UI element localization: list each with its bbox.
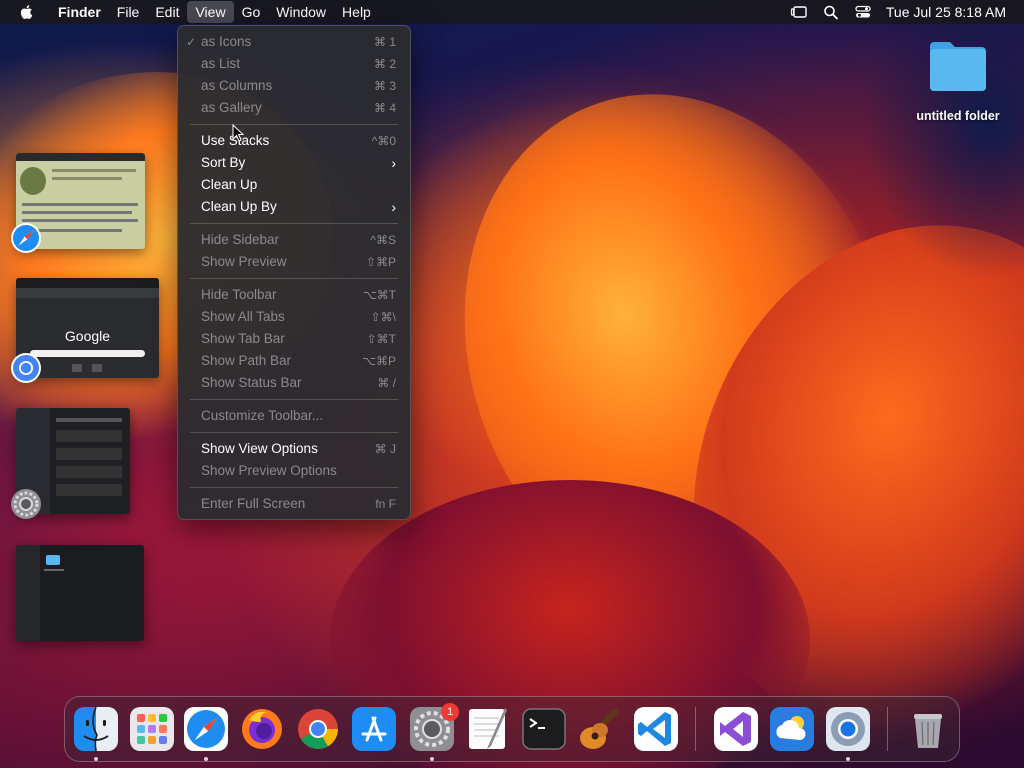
chrome-icon[interactable]: [295, 706, 341, 752]
apple-logo-icon[interactable]: [18, 3, 36, 21]
menu-bar-clock[interactable]: Tue Jul 25 8:18 AM: [886, 4, 1006, 20]
trash-icon[interactable]: [905, 706, 951, 752]
menu-separator: [190, 278, 398, 279]
dock: 1: [64, 696, 960, 762]
menu-help[interactable]: Help: [334, 0, 379, 24]
menu-item-as-list[interactable]: as List ⌘ 2: [178, 53, 410, 75]
folder-label: untitled folder: [916, 109, 1000, 123]
dock-separator: [695, 707, 696, 751]
menu-item-customize-toolbar[interactable]: Customize Toolbar...: [178, 405, 410, 427]
vscode-icon[interactable]: [633, 706, 679, 752]
desktop-wallpaper: [0, 0, 1024, 768]
running-indicator: [430, 757, 434, 761]
menu-item-show-path-bar[interactable]: Show Path Bar ⌥⌘P: [178, 350, 410, 372]
checkmark-icon: ✓: [186, 35, 197, 49]
stage-thumb-finder[interactable]: [16, 545, 144, 641]
desktop-folder[interactable]: untitled folder: [906, 38, 1010, 123]
menu-separator: [190, 487, 398, 488]
menu-go[interactable]: Go: [234, 0, 269, 24]
menu-item-show-all-tabs[interactable]: Show All Tabs ⇧⌘\: [178, 306, 410, 328]
menu-item-show-tab-bar[interactable]: Show Tab Bar ⇧⌘T: [178, 328, 410, 350]
menu-finder[interactable]: Finder: [50, 0, 109, 24]
finder-icon[interactable]: [73, 706, 119, 752]
menu-window[interactable]: Window: [268, 0, 334, 24]
menu-separator: [190, 399, 398, 400]
menu-view[interactable]: View: [187, 1, 234, 23]
menu-item-show-view-options[interactable]: Show View Options ⌘ J: [178, 438, 410, 460]
weather-icon[interactable]: [769, 706, 815, 752]
safari-icon[interactable]: [183, 706, 229, 752]
menu-file[interactable]: File: [109, 0, 148, 24]
view-menu-dropdown: ✓ as Icons ⌘ 1 as List ⌘ 2 as Columns ⌘ …: [177, 25, 411, 520]
menu-edit[interactable]: Edit: [147, 0, 187, 24]
spotlight-icon[interactable]: [822, 4, 840, 20]
menu-item-sort-by[interactable]: Sort By ›: [178, 152, 410, 174]
menu-item-as-icons[interactable]: ✓ as Icons ⌘ 1: [178, 31, 410, 53]
chevron-right-icon: ›: [391, 199, 396, 215]
menu-item-enter-full-screen[interactable]: Enter Full Screen fn F: [178, 493, 410, 515]
chevron-right-icon: ›: [391, 155, 396, 171]
running-indicator: [94, 757, 98, 761]
stage-manager-icon[interactable]: [790, 4, 808, 20]
textedit-icon[interactable]: [465, 706, 511, 752]
menu-item-clean-up-by[interactable]: Clean Up By ›: [178, 196, 410, 218]
menu-bar-status: Tue Jul 25 8:18 AM: [790, 4, 1024, 20]
google-search-bar: [30, 350, 145, 357]
menu-item-use-stacks[interactable]: Use Stacks ^⌘0: [178, 130, 410, 152]
menu-item-show-preview[interactable]: Show Preview ⇧⌘P: [178, 251, 410, 273]
menu-item-show-status-bar[interactable]: Show Status Bar ⌘ /: [178, 372, 410, 394]
mouse-cursor-icon: [232, 124, 244, 142]
garageband-icon[interactable]: [577, 706, 623, 752]
menu-separator: [190, 223, 398, 224]
safari-icon[interactable]: [10, 222, 42, 254]
launchpad-icon[interactable]: [129, 706, 175, 752]
control-center-icon[interactable]: [854, 4, 872, 20]
menu-item-as-gallery[interactable]: as Gallery ⌘ 4: [178, 97, 410, 119]
running-indicator: [846, 757, 850, 761]
app-store-icon[interactable]: [351, 706, 397, 752]
menu-item-hide-toolbar[interactable]: Hide Toolbar ⌥⌘T: [178, 284, 410, 306]
firefox-icon[interactable]: [239, 706, 285, 752]
folder-icon: [930, 42, 986, 91]
menu-separator: [190, 124, 398, 125]
menu-item-as-columns[interactable]: as Columns ⌘ 3: [178, 75, 410, 97]
menu-item-clean-up[interactable]: Clean Up: [178, 174, 410, 196]
menu-bar: Finder File Edit View Go Window Help Tue…: [0, 0, 1024, 24]
running-indicator: [204, 757, 208, 761]
menu-item-show-preview-options[interactable]: Show Preview Options: [178, 460, 410, 482]
terminal-icon[interactable]: [521, 706, 567, 752]
notification-badge: 1: [441, 703, 459, 721]
system-settings-icon[interactable]: [10, 488, 42, 520]
chrome-icon[interactable]: [10, 352, 42, 384]
menu-separator: [190, 432, 398, 433]
google-logo-text: Google: [64, 328, 111, 344]
dock-separator: [887, 707, 888, 751]
visual-studio-icon[interactable]: [713, 706, 759, 752]
chrome-icon[interactable]: [825, 706, 871, 752]
menu-item-hide-sidebar[interactable]: Hide Sidebar ^⌘S: [178, 229, 410, 251]
